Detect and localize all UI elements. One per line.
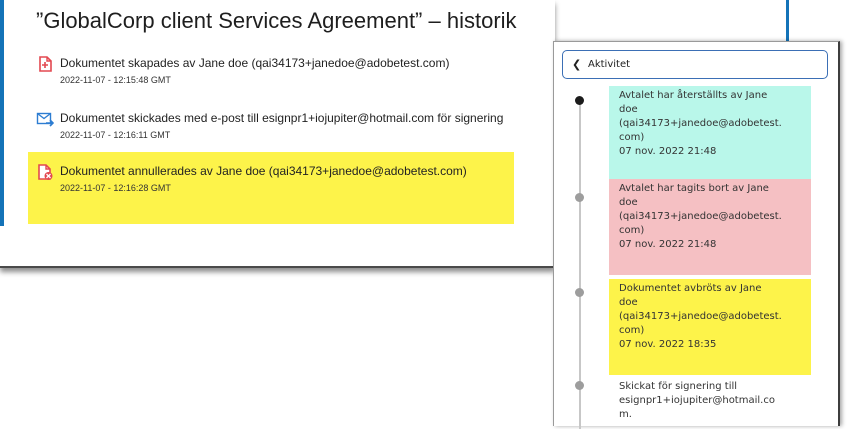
timeline-dot: [575, 381, 584, 390]
activity-back-label: Aktivitet: [588, 59, 631, 70]
timeline-dot: [575, 193, 584, 202]
history-event-text: Dokumentet skickades med e-post till esi…: [60, 111, 504, 125]
history-panel: ”GlobalCorp client Services Agreement” –…: [0, 0, 555, 268]
chevron-left-icon: ❮: [572, 58, 582, 71]
activity-item-time: 07 nov. 2022 21:48: [619, 239, 717, 250]
activity-item[interactable]: Skickat för signering till esignpr1+ioju…: [609, 377, 811, 427]
activity-item-line: Avtalet har tagits bort av Jane: [619, 183, 769, 194]
activity-panel: ❮ Aktivitet Avtalet har återställts av J…: [553, 41, 840, 429]
document-cancelled-icon: [38, 164, 53, 180]
activity-item-line: doe: [619, 104, 638, 115]
activity-item-line: Dokumentet avbröts av Jane: [619, 283, 762, 294]
activity-item[interactable]: Avtalet har återställts av Jane doe (qai…: [609, 86, 811, 179]
activity-item-line: m.: [619, 409, 632, 420]
activity-item-line: com): [619, 325, 645, 336]
activity-item-time: 07 nov. 2022 21:48: [619, 146, 717, 157]
activity-item-line: (qai34173+janedoe@adobetest.: [619, 118, 782, 129]
activity-item-line: (qai34173+janedoe@adobetest.: [619, 311, 782, 322]
activity-item[interactable]: Dokumentet avbröts av Jane doe (qai34173…: [609, 279, 811, 375]
history-event-text: Dokumentet annullerades av Jane doe (qai…: [60, 164, 467, 178]
activity-back-button[interactable]: ❮ Aktivitet: [562, 50, 828, 79]
background-window-edge: [786, 0, 789, 42]
activity-item-line: esignpr1+iojupiter@hotmail.co: [619, 395, 775, 406]
activity-item-line: Avtalet har återställts av Jane: [619, 90, 768, 101]
activity-item-line: com): [619, 132, 645, 143]
timeline-line: [579, 99, 581, 429]
history-title: ”GlobalCorp client Services Agreement” –…: [36, 8, 517, 33]
activity-item-line: doe: [619, 197, 638, 208]
activity-item-line: Skickat för signering till: [619, 381, 738, 392]
activity-item-line: (qai34173+janedoe@adobetest.: [619, 211, 782, 222]
history-event-time: 2022-11-07 - 12:15:48 GMT: [60, 75, 171, 85]
history-accent-bar: [0, 0, 4, 226]
activity-item-line: doe: [619, 297, 638, 308]
history-event-time: 2022-11-07 - 12:16:11 GMT: [60, 130, 171, 140]
document-created-icon: [39, 56, 52, 72]
timeline-dot: [575, 96, 584, 105]
activity-item-line: com): [619, 225, 645, 236]
timeline-dot: [575, 288, 584, 297]
activity-item-time: 07 nov. 2022 18:35: [619, 339, 717, 350]
history-event-text: Dokumentet skapades av Jane doe (qai3417…: [60, 56, 450, 70]
history-event-time: 2022-11-07 - 12:16:28 GMT: [60, 183, 171, 193]
email-sent-icon: [36, 112, 54, 127]
activity-item[interactable]: Avtalet har tagits bort av Jane doe (qai…: [609, 179, 811, 275]
